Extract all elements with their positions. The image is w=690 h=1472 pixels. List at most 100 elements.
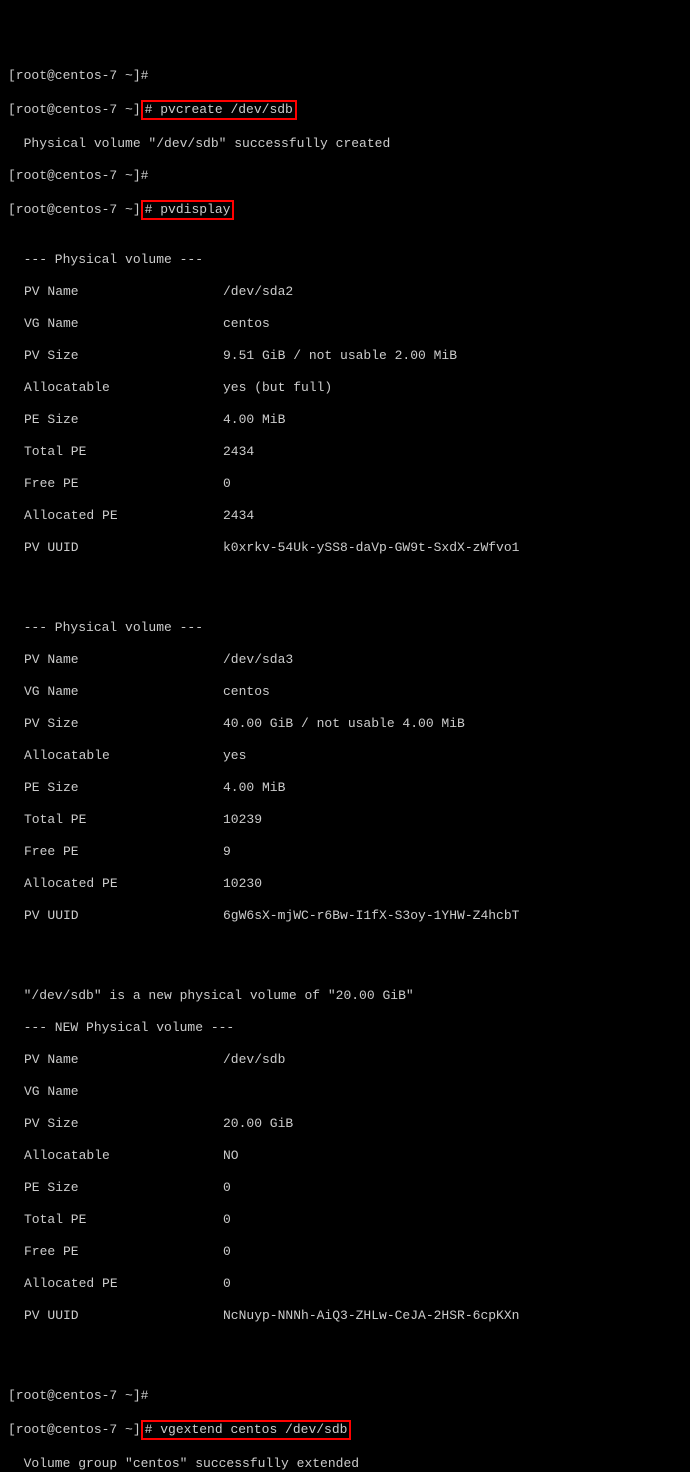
command-text: pvcreate /dev/sdb <box>160 102 293 117</box>
command-text: vgextend centos /dev/sdb <box>160 1422 347 1437</box>
pv-row: PE Size4.00 MiB <box>8 780 682 796</box>
pv-row: Allocatableyes (but full) <box>8 380 682 396</box>
total-pe-key: Total PE <box>8 444 223 460</box>
vg-name-val: centos <box>223 684 682 700</box>
output-pvcreate: Physical volume "/dev/sdb" successfully … <box>8 136 682 152</box>
prompt: [root@centos-7 ~]# <box>8 68 148 83</box>
allocatable-val: yes (but full) <box>223 380 682 396</box>
highlight-vgextend: # vgextend centos /dev/sdb <box>141 1420 352 1440</box>
highlight-pvcreate: # pvcreate /dev/sdb <box>141 100 297 120</box>
pv-row: Free PE0 <box>8 1244 682 1260</box>
pv-row: PV Name/dev/sdb <box>8 1052 682 1068</box>
pv-row: Total PE10239 <box>8 812 682 828</box>
pv-uuid-val: 6gW6sX-mjWC-r6Bw-I1fX-S3oy-1YHW-Z4hcbT <box>223 908 682 924</box>
vg-name-val: centos <box>223 316 682 332</box>
vg-name-key: VG Name <box>8 1084 223 1100</box>
vg-name-val <box>223 1084 682 1100</box>
pv-row: AllocatableNO <box>8 1148 682 1164</box>
free-pe-key: Free PE <box>8 1244 223 1260</box>
allocatable-key: Allocatable <box>8 1148 223 1164</box>
total-pe-val: 0 <box>223 1212 682 1228</box>
allocatable-key: Allocatable <box>8 380 223 396</box>
total-pe-val: 10239 <box>223 812 682 828</box>
pe-size-key: PE Size <box>8 780 223 796</box>
pv-new-intro: "/dev/sdb" is a new physical volume of "… <box>8 988 682 1004</box>
vg-name-key: VG Name <box>8 684 223 700</box>
pv-row: VG Namecentos <box>8 684 682 700</box>
free-pe-val: 9 <box>223 844 682 860</box>
total-pe-key: Total PE <box>8 1212 223 1228</box>
highlight-pvdisplay: # pvdisplay <box>141 200 235 220</box>
cmd-line-vgextend: [root@centos-7 ~]# vgextend centos /dev/… <box>8 1420 682 1440</box>
pv-row: Allocated PE10230 <box>8 876 682 892</box>
free-pe-val: 0 <box>223 1244 682 1260</box>
pv-size-key: PV Size <box>8 716 223 732</box>
pv-row: PE Size0 <box>8 1180 682 1196</box>
pv-row: VG Namecentos <box>8 316 682 332</box>
blank-line <box>8 572 682 588</box>
pe-size-val: 0 <box>223 1180 682 1196</box>
pv-name-val: /dev/sda2 <box>223 284 682 300</box>
pv-row: PV Size9.51 GiB / not usable 2.00 MiB <box>8 348 682 364</box>
prompt-line: [root@centos-7 ~]# <box>8 1388 682 1404</box>
allocated-pe-key: Allocated PE <box>8 508 223 524</box>
pv-row: PV UUIDk0xrkv-54Uk-ySS8-daVp-GW9t-SxdX-z… <box>8 540 682 556</box>
pe-size-val: 4.00 MiB <box>223 780 682 796</box>
pv-size-key: PV Size <box>8 348 223 364</box>
pv-uuid-key: PV UUID <box>8 540 223 556</box>
pv-row: Total PE2434 <box>8 444 682 460</box>
allocated-pe-val: 2434 <box>223 508 682 524</box>
cmd-line-pvcreate: [root@centos-7 ~]# pvcreate /dev/sdb <box>8 100 682 120</box>
vg-name-key: VG Name <box>8 316 223 332</box>
pv-header: --- Physical volume --- <box>8 252 682 268</box>
pv-name-key: PV Name <box>8 1052 223 1068</box>
pv-row: Allocated PE0 <box>8 1276 682 1292</box>
output-vgextend: Volume group "centos" successfully exten… <box>8 1456 682 1472</box>
allocatable-key: Allocatable <box>8 748 223 764</box>
pv-row: Free PE0 <box>8 476 682 492</box>
pv-row: Total PE0 <box>8 1212 682 1228</box>
pv-name-val: /dev/sdb <box>223 1052 682 1068</box>
pv-row: PV Name/dev/sda2 <box>8 284 682 300</box>
pv-name-key: PV Name <box>8 284 223 300</box>
pv-header: --- Physical volume --- <box>8 620 682 636</box>
pv-uuid-val: NcNuyp-NNNh-AiQ3-ZHLw-CeJA-2HSR-6cpKXn <box>223 1308 682 1324</box>
pv-uuid-val: k0xrkv-54Uk-ySS8-daVp-GW9t-SxdX-zWfvo1 <box>223 540 682 556</box>
pv-row: PV Size40.00 GiB / not usable 4.00 MiB <box>8 716 682 732</box>
command-text: pvdisplay <box>160 202 230 217</box>
hash: # <box>145 202 161 217</box>
pe-size-val: 4.00 MiB <box>223 412 682 428</box>
pv-row: VG Name <box>8 1084 682 1100</box>
pv-uuid-key: PV UUID <box>8 1308 223 1324</box>
free-pe-val: 0 <box>223 476 682 492</box>
hash: # <box>145 102 161 117</box>
allocatable-val: NO <box>223 1148 682 1164</box>
pv-size-val: 20.00 GiB <box>223 1116 682 1132</box>
pv-new-header: --- NEW Physical volume --- <box>8 1020 682 1036</box>
pe-size-key: PE Size <box>8 412 223 428</box>
pv-row: PV Name/dev/sda3 <box>8 652 682 668</box>
prompt-line: [root@centos-7 ~]# <box>8 68 682 84</box>
pv-row: Allocated PE2434 <box>8 508 682 524</box>
total-pe-key: Total PE <box>8 812 223 828</box>
allocated-pe-key: Allocated PE <box>8 876 223 892</box>
prompt-line: [root@centos-7 ~]# <box>8 168 682 184</box>
pe-size-key: PE Size <box>8 1180 223 1196</box>
pv-row: PV UUIDNcNuyp-NNNh-AiQ3-ZHLw-CeJA-2HSR-6… <box>8 1308 682 1324</box>
pv-size-val: 9.51 GiB / not usable 2.00 MiB <box>223 348 682 364</box>
pv-name-val: /dev/sda3 <box>223 652 682 668</box>
cmd-line-pvdisplay: [root@centos-7 ~]# pvdisplay <box>8 200 682 220</box>
allocated-pe-val: 10230 <box>223 876 682 892</box>
free-pe-key: Free PE <box>8 844 223 860</box>
free-pe-key: Free PE <box>8 476 223 492</box>
allocated-pe-key: Allocated PE <box>8 1276 223 1292</box>
prompt: [root@centos-7 ~] <box>8 1422 141 1437</box>
pv-row: PV UUID6gW6sX-mjWC-r6Bw-I1fX-S3oy-1YHW-Z… <box>8 908 682 924</box>
allocated-pe-val: 0 <box>223 1276 682 1292</box>
prompt: [root@centos-7 ~] <box>8 202 141 217</box>
blank-line <box>8 940 682 956</box>
pv-row: PE Size4.00 MiB <box>8 412 682 428</box>
total-pe-val: 2434 <box>223 444 682 460</box>
pv-size-val: 40.00 GiB / not usable 4.00 MiB <box>223 716 682 732</box>
pv-row: PV Size20.00 GiB <box>8 1116 682 1132</box>
